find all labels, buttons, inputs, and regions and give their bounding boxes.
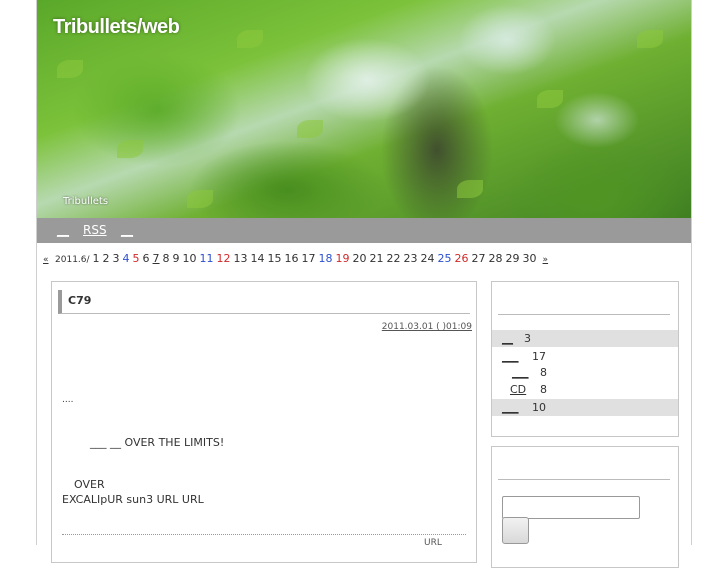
calendar-day[interactable]: 10	[183, 252, 197, 265]
calendar-day[interactable]: 8	[163, 252, 170, 265]
entry-title[interactable]: C79	[68, 294, 91, 307]
search-input[interactable]	[502, 496, 640, 519]
calendar-day[interactable]: 9	[173, 252, 180, 265]
entry-title-bar: C79	[58, 290, 470, 314]
calendar-day[interactable]: 7	[153, 252, 160, 265]
calendar-day[interactable]: 6	[143, 252, 150, 265]
entry-url-link[interactable]: URL	[424, 538, 442, 548]
calendar-day[interactable]: 15	[268, 252, 282, 265]
site-description: Tribullets	[63, 196, 109, 207]
calendar-day[interactable]: 21	[370, 252, 384, 265]
blog-entry: C79 2011.03.01 ( )01:09 .... ___ __ OVER…	[51, 281, 477, 563]
nav-bar: __ RSS __	[37, 218, 691, 243]
calendar-day[interactable]: 11	[200, 252, 214, 265]
calendar-day[interactable]: 4	[123, 252, 130, 265]
sidebar-categories: __ 3 ___ 17 ___ 8 CD 8 ___ 10	[491, 281, 679, 437]
calendar-day[interactable]: 20	[353, 252, 367, 265]
page-container: Tribullets/web Tribullets __ RSS __ « 20…	[36, 0, 692, 568]
search-button[interactable]	[502, 517, 529, 544]
entry-text-4: EXCALIpUR sun3 URL URL	[62, 493, 204, 506]
nav-item-1[interactable]: __	[57, 223, 69, 237]
calendar-day[interactable]: 19	[336, 252, 350, 265]
calendar-day[interactable]: 25	[438, 252, 452, 265]
calendar-day[interactable]: 3	[113, 252, 120, 265]
calendar-day[interactable]: 22	[387, 252, 401, 265]
calendar-day[interactable]: 28	[489, 252, 503, 265]
calendar-day[interactable]: 17	[302, 252, 316, 265]
calendar-day[interactable]: 5	[133, 252, 140, 265]
nav-item-3[interactable]: __	[121, 223, 133, 237]
sidebar-search	[491, 446, 679, 568]
site-title[interactable]: Tribullets/web	[53, 16, 180, 39]
entry-divider	[62, 534, 466, 535]
calendar-day[interactable]: 16	[285, 252, 299, 265]
calendar-day[interactable]: 18	[319, 252, 333, 265]
calendar-prev-link[interactable]: «	[43, 255, 49, 265]
calendar-day[interactable]: 30	[523, 252, 537, 265]
category-item[interactable]: CD 8	[492, 381, 678, 398]
calendar-day[interactable]: 12	[217, 252, 231, 265]
category-item[interactable]: ___ 8	[492, 364, 678, 381]
calendar-day[interactable]: 26	[455, 252, 469, 265]
calendar-day[interactable]: 2	[103, 252, 110, 265]
category-item[interactable]: ___ 17	[492, 348, 678, 365]
entry-text-1: ....	[62, 395, 74, 405]
rss-link[interactable]: RSS	[83, 223, 107, 237]
calendar-day[interactable]: 14	[251, 252, 265, 265]
header-banner: Tribullets/web Tribullets	[37, 0, 691, 218]
category-item[interactable]: __ 3	[492, 330, 678, 347]
calendar-month: 2011.6/	[55, 255, 90, 265]
calendar-day[interactable]: 27	[472, 252, 486, 265]
calendar-next-link[interactable]: »	[543, 255, 549, 265]
calendar-bar: « 2011.6/1 2 3 4 5 6 7 8 9 10 11 12 13 14 15 16 17 18 19 20…	[43, 252, 551, 265]
sidebar-header-line	[498, 314, 670, 315]
entry-date[interactable]: 2011.03.01 ( )01:09	[382, 322, 472, 332]
calendar-day[interactable]: 1	[93, 252, 100, 265]
category-item[interactable]: ___ 10	[492, 399, 678, 416]
entry-text-3: OVER	[74, 478, 105, 491]
calendar-day[interactable]: 13	[234, 252, 248, 265]
sidebar-header-line	[498, 479, 670, 480]
calendar-day[interactable]: 24	[421, 252, 435, 265]
calendar-day[interactable]: 23	[404, 252, 418, 265]
entry-text-2: ___ __ OVER THE LIMITS!	[90, 436, 225, 449]
calendar-day[interactable]: 29	[506, 252, 520, 265]
